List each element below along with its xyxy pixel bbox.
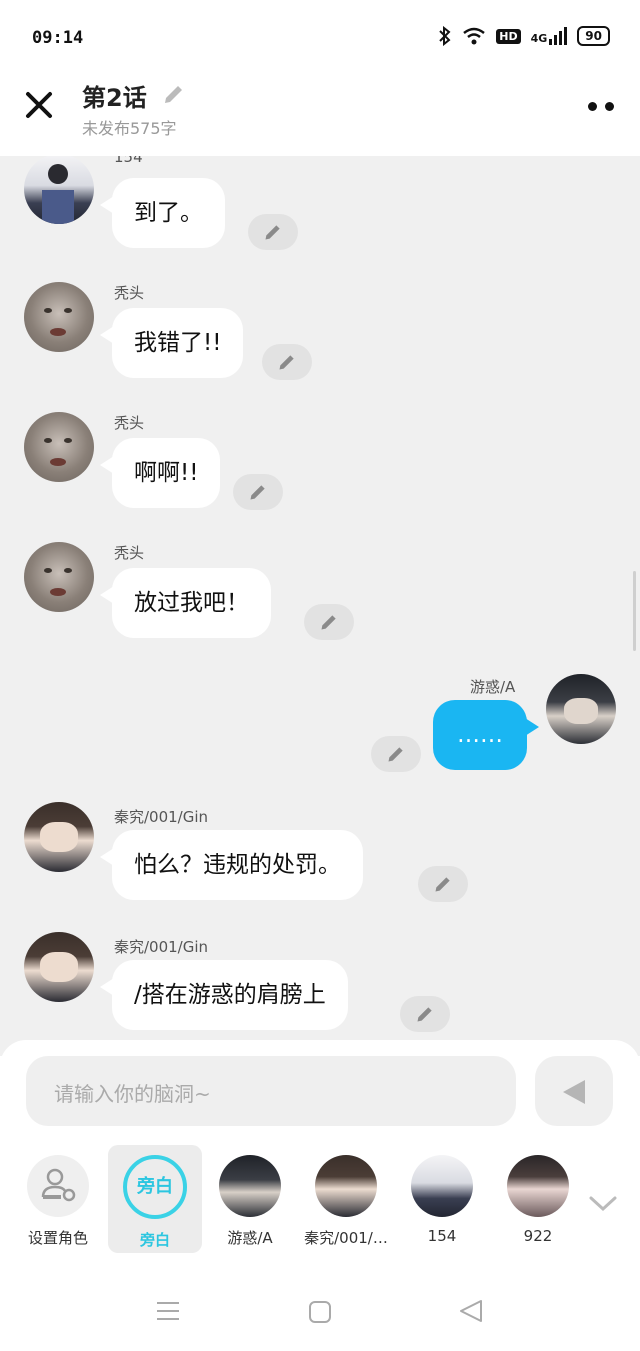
role-narrator[interactable]: 旁白 旁白 [108, 1145, 202, 1253]
edit-title-icon[interactable] [162, 82, 186, 106]
pencil-icon [388, 747, 403, 762]
narrator-icon: 旁白 [123, 1155, 187, 1219]
pencil-icon [250, 485, 265, 500]
message-bubble[interactable]: …… [433, 700, 539, 770]
top-bar: 第2话 未发布575字 [0, 70, 640, 156]
chapter-status: 未发布575字 [82, 119, 177, 138]
edit-message-button[interactable] [248, 214, 298, 250]
avatar [219, 1155, 281, 1217]
system-nav-bar [0, 1270, 640, 1351]
avatar[interactable] [24, 282, 94, 352]
sender-name: 游惑/A [470, 678, 516, 696]
wifi-icon [463, 27, 486, 45]
pencil-icon [435, 877, 450, 892]
chapter-title: 第2话 [82, 84, 147, 112]
avatar[interactable] [24, 932, 94, 1002]
role-label: 154 [427, 1227, 457, 1245]
message-bubble[interactable]: 到了。 [100, 178, 225, 248]
scrollbar[interactable] [633, 571, 636, 651]
role-label: 922 [523, 1227, 553, 1245]
edit-message-button[interactable] [371, 736, 421, 772]
pencil-icon [417, 1007, 432, 1022]
role-youhuo[interactable]: 游惑/A [204, 1145, 296, 1248]
sender-name: 秦究/001/Gin [114, 808, 209, 826]
sender-name: 秦究/001/Gin [114, 938, 209, 956]
close-icon[interactable] [24, 90, 54, 120]
pencil-icon [279, 355, 294, 370]
more-options-icon[interactable] [588, 102, 614, 111]
home-icon[interactable] [308, 1300, 332, 1324]
role-922[interactable]: 922 [492, 1145, 584, 1245]
role-qinjiu[interactable]: 秦究/001/… [300, 1145, 392, 1248]
status-bar: 09:14 HD 4G 90 [0, 0, 640, 70]
edit-message-button[interactable] [418, 866, 468, 902]
avatar [315, 1155, 377, 1217]
message-bubble[interactable]: 我错了!! [99, 308, 244, 378]
role-154[interactable]: 154 [396, 1145, 488, 1245]
avatar[interactable] [24, 412, 94, 482]
battery-icon: 90 [577, 26, 610, 46]
message-bubble[interactable]: 啊啊!! [99, 438, 221, 508]
input-placeholder: 请输入你的脑洞~ [54, 1082, 211, 1106]
status-time: 09:14 [32, 28, 84, 48]
back-icon[interactable] [458, 1298, 484, 1324]
avatar [411, 1155, 473, 1217]
message-bubble[interactable]: /搭在游惑的肩膀上 [100, 960, 348, 1030]
network-type: 4G [530, 32, 548, 45]
role-label: 设置角色 [27, 1229, 88, 1247]
send-button[interactable] [535, 1056, 613, 1126]
pencil-icon [265, 225, 280, 240]
avatar[interactable] [24, 802, 94, 872]
avatar[interactable] [24, 542, 94, 612]
message-bubble[interactable]: 放过我吧！ [100, 568, 271, 638]
role-set-character[interactable]: 设置角色 [12, 1145, 104, 1248]
chat-area[interactable]: 154 到了。 秃头 我错了!! 秃头 啊啊!! 秃头 放过我吧！ 游惑/A …… [0, 156, 640, 1056]
avatar[interactable] [546, 674, 616, 744]
sender-name: 秃头 [114, 414, 145, 432]
avatar [507, 1155, 569, 1217]
edit-message-button[interactable] [304, 604, 354, 640]
hd-badge: HD [496, 28, 521, 44]
status-icons: HD 4G 90 [438, 26, 610, 46]
pencil-icon [321, 615, 336, 630]
sender-name: 秃头 [114, 284, 145, 302]
menu-icon[interactable] [155, 1300, 181, 1322]
chevron-down-icon[interactable] [588, 1195, 618, 1213]
sender-name: 秃头 [114, 544, 145, 562]
edit-message-button[interactable] [262, 344, 312, 380]
bluetooth-icon [439, 26, 451, 46]
send-icon [563, 1080, 585, 1104]
role-label: 游惑/A [227, 1229, 273, 1247]
message-bubble[interactable]: 怕么？违规的处罚。 [100, 830, 363, 900]
role-selector: 设置角色 旁白 旁白 游惑/A 秦究/001/… 154 922 [0, 1145, 640, 1255]
edit-message-button[interactable] [233, 474, 283, 510]
edit-message-button[interactable] [400, 996, 450, 1032]
sender-name: 154 [114, 156, 143, 166]
role-label: 旁白 [139, 1231, 170, 1249]
signal-icon: 4G [531, 27, 568, 45]
role-label: 秦究/001/… [304, 1229, 388, 1247]
avatar[interactable] [24, 156, 94, 224]
message-input[interactable]: 请输入你的脑洞~ [26, 1056, 516, 1126]
person-settings-icon [27, 1155, 89, 1217]
